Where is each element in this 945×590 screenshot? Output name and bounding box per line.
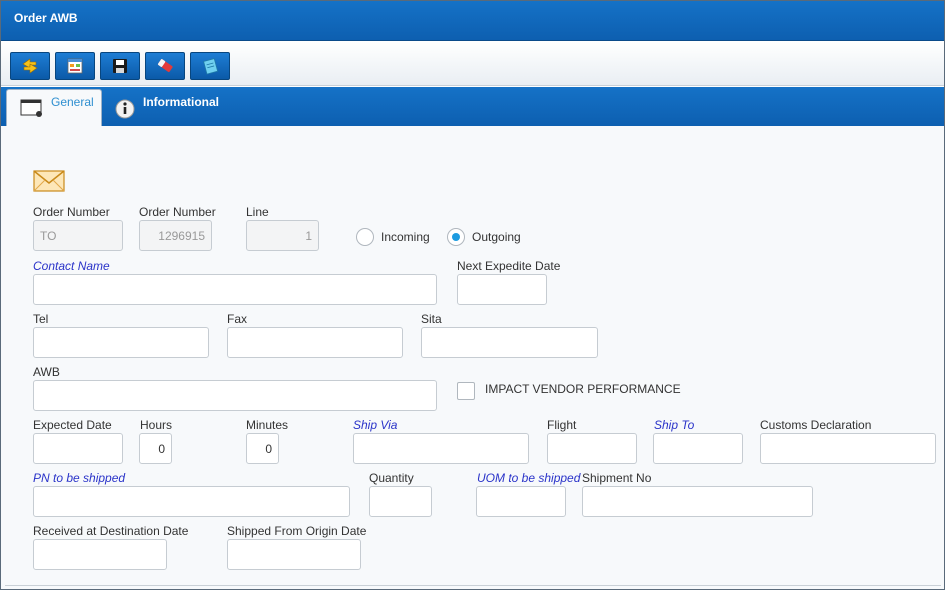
shipped-from-origin-label: Shipped From Origin Date: [227, 524, 367, 538]
tel-label: Tel: [33, 312, 49, 326]
hours-field[interactable]: 0: [139, 433, 172, 464]
tab-general[interactable]: General: [6, 89, 102, 126]
awb-field[interactable]: [33, 380, 437, 411]
received-at-destination-field[interactable]: [33, 539, 167, 570]
info-icon: [115, 99, 135, 118]
order-number-label-2: Order Number: [139, 205, 216, 219]
ship-via-field[interactable]: [353, 433, 529, 464]
title-bar: Order AWB: [1, 1, 944, 41]
minutes-label: Minutes: [246, 418, 289, 432]
impact-vendor-label: IMPACT VENDOR PERFORMANCE: [485, 382, 681, 396]
shipment-no-label: Shipment No: [582, 471, 652, 485]
expected-date-field[interactable]: [33, 433, 123, 464]
next-expedite-date-field[interactable]: [457, 274, 547, 305]
window-icon: [20, 99, 42, 117]
sita-label: Sita: [421, 312, 442, 326]
received-at-destination-label: Received at Destination Date: [33, 524, 189, 538]
general-panel: Order Number TO Order Number 1296915 Lin…: [1, 126, 944, 589]
form-icon: [67, 58, 83, 74]
order-number-label: Order Number: [33, 205, 110, 219]
ship-via-label[interactable]: Ship Via: [353, 418, 397, 432]
tel-field[interactable]: [33, 327, 209, 358]
hours-label: Hours: [140, 418, 173, 432]
fax-label: Fax: [227, 312, 248, 326]
outgoing-radio[interactable]: [447, 228, 465, 246]
refresh-icon: [22, 58, 38, 74]
customs-declaration-label: Customs Declaration: [760, 418, 872, 432]
shipment-no-field[interactable]: [582, 486, 813, 517]
incoming-radio[interactable]: [356, 228, 374, 246]
fax-field[interactable]: [227, 327, 403, 358]
flight-label: Flight: [547, 418, 577, 432]
sita-field[interactable]: [421, 327, 598, 358]
tab-informational-label: Informational: [143, 94, 220, 109]
awb-label: AWB: [33, 365, 60, 379]
shipped-from-origin-field[interactable]: [227, 539, 361, 570]
tab-informational[interactable]: Informational: [113, 89, 233, 126]
expected-date-label: Expected Date: [33, 418, 112, 432]
uom-field[interactable]: [476, 486, 566, 517]
refresh-button[interactable]: [10, 52, 50, 80]
form-button[interactable]: [55, 52, 95, 80]
eraser-icon: [157, 59, 173, 73]
quantity-label: Quantity: [369, 471, 414, 485]
envelope-icon: [33, 170, 65, 192]
order-awb-window: Order AWB General Informational Order Nu…: [0, 0, 945, 590]
outgoing-label: Outgoing: [472, 230, 521, 244]
quantity-field[interactable]: [369, 486, 432, 517]
tab-general-label: General: [51, 95, 94, 109]
ship-to-label[interactable]: Ship To: [654, 418, 694, 432]
eraser-button[interactable]: [145, 52, 185, 80]
window-title: Order AWB: [14, 11, 78, 25]
flight-field[interactable]: [547, 433, 637, 464]
note-button[interactable]: [190, 52, 230, 80]
tab-bar: General Informational: [1, 87, 944, 126]
contact-name-label[interactable]: Contact Name: [33, 259, 110, 273]
contact-name-field[interactable]: [33, 274, 437, 305]
order-number-field[interactable]: 1296915: [139, 220, 212, 251]
order-prefix-field[interactable]: TO: [33, 220, 123, 251]
pn-to-be-shipped-field[interactable]: [33, 486, 350, 517]
uom-label[interactable]: UOM to be shipped: [477, 471, 580, 485]
customs-declaration-field[interactable]: [760, 433, 936, 464]
next-expedite-date-label: Next Expedite Date: [457, 259, 561, 273]
note-icon: [203, 58, 219, 75]
line-label: Line: [246, 205, 269, 219]
line-field[interactable]: 1: [246, 220, 319, 251]
ship-to-field[interactable]: [653, 433, 743, 464]
incoming-label: Incoming: [381, 230, 430, 244]
save-icon: [113, 59, 127, 73]
minutes-field[interactable]: 0: [246, 433, 279, 464]
save-button[interactable]: [100, 52, 140, 80]
toolbar: [1, 42, 944, 86]
impact-vendor-checkbox[interactable]: [457, 382, 475, 400]
pn-to-be-shipped-label[interactable]: PN to be shipped: [33, 471, 125, 485]
